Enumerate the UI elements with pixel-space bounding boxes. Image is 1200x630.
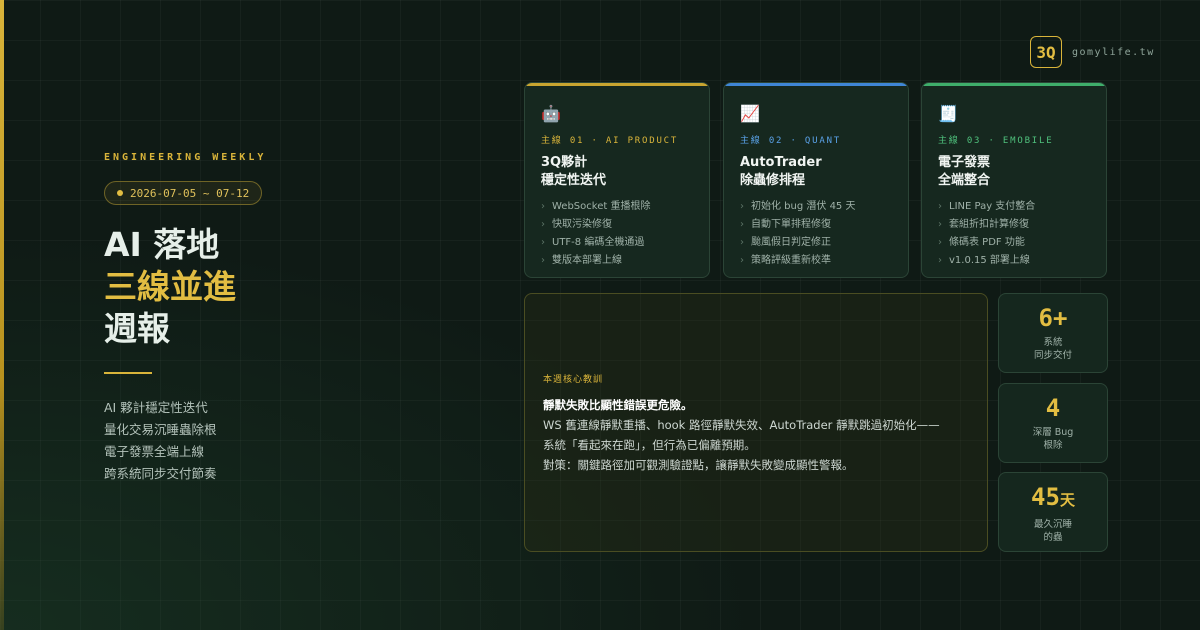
card-title-line-1: 電子發票 <box>938 155 991 170</box>
stat-label: 最久沉睡 的蟲 <box>1034 518 1072 544</box>
card-title-line-1: 3Q夥計 <box>541 155 588 170</box>
page-title: AI 落地 三線並進 週報 <box>104 224 236 350</box>
card-title-line-1: AutoTrader <box>740 155 822 170</box>
date-range: 2026-07-05 ~ 07-12 <box>130 186 250 200</box>
card-title: 3Q夥計 穩定性迭代 <box>541 154 693 190</box>
left-accent-stripe <box>0 0 4 630</box>
card-item: UTF-8 編碼全機通過 <box>541 234 693 252</box>
card-title: 電子發票 全端整合 <box>938 154 1090 190</box>
card-title: AutoTrader 除蟲修排程 <box>740 154 892 190</box>
brand-domain: gomylife.tw <box>1072 46 1155 58</box>
card-tag: 主線 01 · AI PRODUCT <box>541 136 679 146</box>
card-tag: 主線 03 · EMOBILE <box>938 136 1054 146</box>
stat-label-line-2: 同步交付 <box>1033 350 1072 361</box>
card-item-list: 初始化 bug 潛伏 45 天 自動下單排程修復 颱風假日判定修正 策略評級重新… <box>740 198 892 270</box>
stat-label-line-2: 根除 <box>1043 440 1063 451</box>
lesson-body-line: WS 舊連線靜默重播、hook 路徑靜默失效、AutoTrader 靜默跳過初始… <box>543 418 940 432</box>
card-item: v1.0.15 部署上線 <box>938 252 1090 270</box>
card-title-line-2: 全端整合 <box>938 173 991 188</box>
lesson-lead: 靜默失敗比顯性錯誤更危險。 <box>543 398 693 412</box>
stat-label: 系統 同步交付 <box>1034 336 1072 362</box>
card-item: 自動下單排程修復 <box>740 216 892 234</box>
card-item: 雙版本部署上線 <box>541 252 693 270</box>
lesson-label: 本週核心教訓 <box>543 375 604 385</box>
summary-item: 跨系統同步交付節奏 <box>104 466 217 481</box>
summary-item: AI 夥計穩定性迭代 <box>104 400 208 415</box>
brand: 3Q gomylife.tw <box>1030 36 1155 68</box>
receipt-icon: 🧾 <box>938 104 958 123</box>
brand-logo: 3Q <box>1030 36 1062 68</box>
title-divider <box>104 372 152 374</box>
card-item: 快取污染修復 <box>541 216 693 234</box>
card-item: WebSocket 重播根除 <box>541 198 693 216</box>
stat-value: 4 <box>1046 392 1060 424</box>
summary-item: 量化交易沉睡蟲除根 <box>104 422 217 437</box>
title-line-3: 週報 <box>104 309 170 348</box>
chart-increasing-icon: 📈 <box>740 104 760 123</box>
lesson-body-line: 對策：關鍵路徑加可觀測驗證點，讓靜默失敗變成顯性警報。 <box>543 458 854 472</box>
stat-label-line-2: 的蟲 <box>1043 532 1063 543</box>
stat-days: 45天 最久沉睡 的蟲 <box>998 472 1108 552</box>
card-title-line-2: 穩定性迭代 <box>541 173 607 188</box>
stat-number: 6+ <box>1038 304 1068 332</box>
card-item-list: WebSocket 重播根除 快取污染修復 UTF-8 編碼全機通過 雙版本部署… <box>541 198 693 270</box>
card-ai-product: 🤖 主線 01 · AI PRODUCT 3Q夥計 穩定性迭代 WebSocke… <box>524 82 710 278</box>
lesson-box: 本週核心教訓 靜默失敗比顯性錯誤更危險。 WS 舊連線靜默重播、hook 路徑靜… <box>524 293 988 552</box>
robot-icon: 🤖 <box>541 104 561 123</box>
card-item: 套組折扣計算修復 <box>938 216 1090 234</box>
card-item-list: LINE Pay 支付整合 套組折扣計算修復 條碼表 PDF 功能 v1.0.1… <box>938 198 1090 270</box>
card-item: 條碼表 PDF 功能 <box>938 234 1090 252</box>
stat-number: 45 <box>1031 483 1060 511</box>
stat-label-line-1: 深層 Bug <box>1032 427 1074 438</box>
summary-list: AI 夥計穩定性迭代 量化交易沉睡蟲除根 電子發票全端上線 跨系統同步交付節奏 <box>104 397 217 485</box>
card-tag: 主線 02 · QUANT <box>740 136 842 146</box>
title-line-2: 三線並進 <box>104 267 236 306</box>
status-dot-icon <box>117 190 123 196</box>
summary-item: 電子發票全端上線 <box>104 444 205 459</box>
card-item: 初始化 bug 潛伏 45 天 <box>740 198 892 216</box>
card-item: 颱風假日判定修正 <box>740 234 892 252</box>
card-quant: 📈 主線 02 · QUANT AutoTrader 除蟲修排程 初始化 bug… <box>723 82 909 278</box>
lesson-body-line: 系統「看起來在跑」，但行為已偏離預期。 <box>543 438 756 452</box>
card-title-line-2: 除蟲修排程 <box>740 173 806 188</box>
stat-bugs: 4 深層 Bug 根除 <box>998 383 1108 463</box>
stat-value: 45天 <box>1031 481 1075 516</box>
stat-label: 深層 Bug 根除 <box>1033 426 1074 452</box>
stat-label-line-1: 系統 <box>1043 337 1063 348</box>
card-item: 策略評級重新校準 <box>740 252 892 270</box>
stat-number: 4 <box>1045 394 1061 422</box>
stat-unit: 天 <box>1059 491 1075 509</box>
card-emobile: 🧾 主線 03 · EMOBILE 電子發票 全端整合 LINE Pay 支付整… <box>921 82 1107 278</box>
stat-value: 6+ <box>1039 302 1068 334</box>
date-range-badge: 2026-07-05 ~ 07-12 <box>104 181 263 205</box>
card-item: LINE Pay 支付整合 <box>938 198 1090 216</box>
kicker: ENGINEERING WEEKLY <box>104 152 267 163</box>
stat-label-line-1: 最久沉睡 <box>1033 519 1072 530</box>
stat-systems: 6+ 系統 同步交付 <box>998 293 1108 373</box>
title-line-1: AI 落地 <box>104 225 220 264</box>
